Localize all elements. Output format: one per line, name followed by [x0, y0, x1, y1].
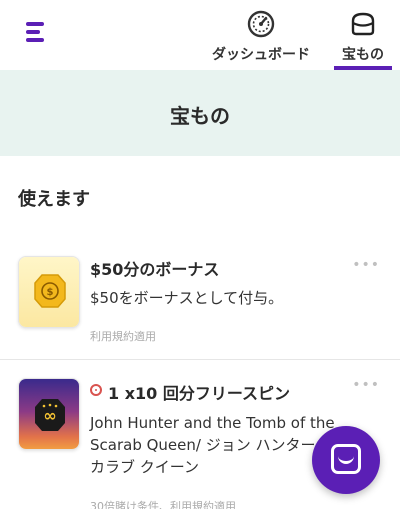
- free-spins-terms-note[interactable]: 30倍賭け条件、利用規約適用: [90, 498, 236, 509]
- chat-button[interactable]: [312, 426, 380, 494]
- more-options-icon[interactable]: •••: [352, 378, 380, 392]
- page-header: 宝もの: [0, 70, 400, 156]
- tab-treasure-label: 宝もの: [342, 47, 384, 63]
- bonus-thumbnail: $: [18, 256, 80, 328]
- timer-icon: [90, 384, 102, 396]
- gold-coin-icon: $: [34, 274, 66, 308]
- treasure-chest-icon: [351, 12, 375, 36]
- tab-dashboard[interactable]: ダッシュボード: [205, 0, 317, 70]
- bonus-title: $50分のボーナス: [90, 260, 220, 279]
- page-title: 宝もの: [170, 104, 230, 128]
- bonus-description: $50をボーナスとして付与。: [90, 289, 284, 307]
- more-options-icon[interactable]: •••: [352, 258, 380, 272]
- svg-text:∞: ∞: [43, 406, 56, 425]
- tab-treasure[interactable]: 宝もの: [334, 0, 392, 70]
- tab-dashboard-label: ダッシュボード: [212, 47, 310, 63]
- top-navigation: ダッシュボード 宝もの: [0, 0, 400, 70]
- free-spins-thumbnail: ∞: [18, 378, 80, 450]
- speedometer-icon: [247, 10, 275, 38]
- section-title-available: 使えます: [18, 189, 90, 210]
- hamburger-menu-icon[interactable]: [26, 22, 46, 44]
- free-spins-icon: ∞: [35, 399, 65, 431]
- svg-text:$: $: [47, 287, 54, 298]
- bonus-card[interactable]: $ $50分のボーナス $50をボーナスとして付与。 利用規約適用 •••: [0, 240, 400, 358]
- free-spins-description: John Hunter and the Tomb of the Scarab Q…: [90, 414, 336, 476]
- bonus-terms-note[interactable]: 利用規約適用: [90, 328, 156, 344]
- free-spins-title: 1 x10 回分フリースピン: [108, 384, 291, 403]
